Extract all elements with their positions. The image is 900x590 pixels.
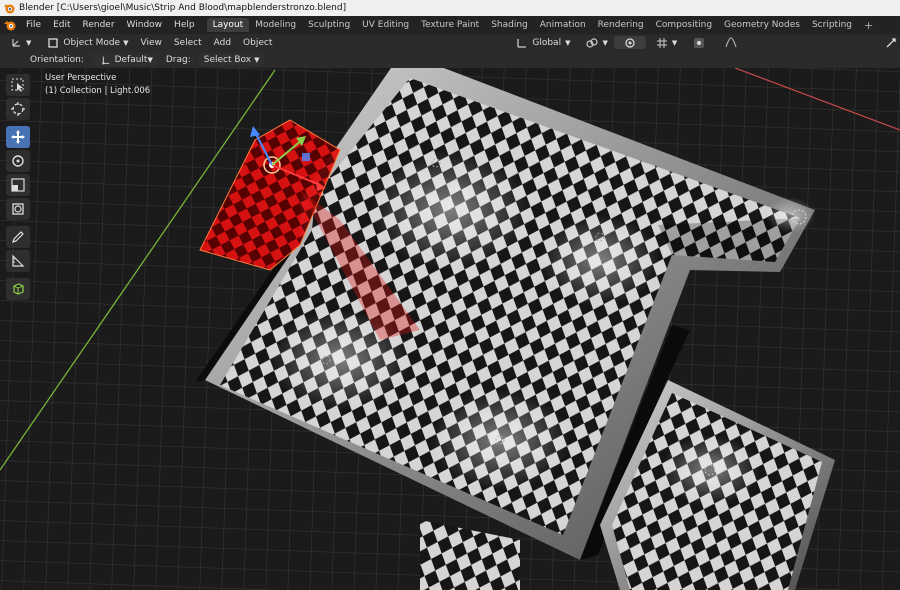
chevron-down-icon: ▼ xyxy=(123,38,129,47)
menu-window[interactable]: Window xyxy=(121,20,169,30)
select-box-tool-button[interactable] xyxy=(6,74,30,96)
transform-orientation-dropdown[interactable]: Global ▼ xyxy=(506,36,576,50)
object-mode-icon xyxy=(48,37,59,48)
orientation-label: Orientation: xyxy=(30,54,84,65)
add-cube-icon xyxy=(13,283,24,295)
cursor-tool-button[interactable] xyxy=(6,98,30,120)
axes-editor-icon xyxy=(12,38,20,47)
snap-magnet-icon xyxy=(625,37,635,48)
chevron-down-icon: ▼ xyxy=(254,55,260,64)
rotate-icon xyxy=(12,155,24,167)
snap-toggle[interactable] xyxy=(613,36,646,49)
chevron-down-icon: ▼ xyxy=(602,38,608,47)
scale-tool-button[interactable] xyxy=(6,174,30,196)
editor-type-dropdown[interactable]: ▼ xyxy=(0,36,37,50)
annotate-tool-button[interactable] xyxy=(6,226,30,248)
falloff-dropdown[interactable] xyxy=(715,36,747,50)
link-icon xyxy=(586,37,599,48)
light-glow-6 xyxy=(660,435,760,505)
blender-menu-icon[interactable] xyxy=(3,18,17,32)
top-menubar: File Edit Render Window Help Layout Mode… xyxy=(0,16,900,34)
light-glow-5 xyxy=(765,197,815,233)
transform-tool-button[interactable] xyxy=(6,198,30,220)
chevron-down-icon: ▼ xyxy=(26,38,32,47)
orientation-axes-icon xyxy=(102,56,110,64)
annotate-pencil-icon xyxy=(12,231,24,243)
rotate-tool-button[interactable] xyxy=(6,150,30,172)
measure-ruler-icon xyxy=(12,254,25,267)
light-glow-1 xyxy=(370,150,530,270)
drag-dropdown[interactable]: Select Box ▼ xyxy=(198,53,265,66)
gizmo-plane-handle[interactable] xyxy=(302,153,310,161)
select-box-icon xyxy=(11,78,24,92)
gizmo-toggle-icon[interactable] xyxy=(884,36,898,50)
tab-uv-editing[interactable]: UV Editing xyxy=(356,18,415,32)
transform-orientation-label: Global xyxy=(532,37,562,48)
menu-help[interactable]: Help xyxy=(168,20,201,30)
scale-icon xyxy=(11,178,25,192)
orientation-value: Default xyxy=(114,54,148,65)
collection-info-label: (1) Collection | Light.006 xyxy=(45,86,151,96)
viewport-header: ▼ Object Mode ▼ View Select Add Object G… xyxy=(0,34,900,51)
light-glow-2 xyxy=(540,215,660,305)
tool-settings-bar: Orientation: Default ▼ Drag: Select Box … xyxy=(0,51,900,69)
measure-tool-button[interactable] xyxy=(6,250,30,272)
mode-label: Object Mode xyxy=(63,37,121,48)
proportional-dot-icon xyxy=(694,37,705,48)
tab-scripting[interactable]: Scripting xyxy=(806,18,858,32)
chevron-down-icon: ▼ xyxy=(147,55,153,64)
add-workspace-icon[interactable]: + xyxy=(858,19,879,32)
pivot-dropdown[interactable]: ▼ xyxy=(576,36,613,50)
drag-value: Select Box xyxy=(203,54,252,65)
tab-shading[interactable]: Shading xyxy=(485,18,534,32)
menu-file[interactable]: File xyxy=(20,20,47,30)
falloff-curve-icon xyxy=(725,36,737,47)
tab-compositing[interactable]: Compositing xyxy=(650,18,718,32)
menu-select[interactable]: Select xyxy=(168,38,208,48)
tab-sculpting[interactable]: Sculpting xyxy=(302,18,356,32)
view-name-label: User Perspective xyxy=(45,73,117,83)
window-title: Blender [C:\Users\gioel\Music\Strip And … xyxy=(19,3,347,13)
move-tool-button[interactable] xyxy=(6,126,30,148)
window-titlebar: Blender [C:\Users\gioel\Music\Strip And … xyxy=(0,0,900,16)
tab-layout[interactable]: Layout xyxy=(206,18,250,32)
tab-geometry-nodes[interactable]: Geometry Nodes xyxy=(718,18,806,32)
tab-rendering[interactable]: Rendering xyxy=(592,18,650,32)
left-toolbar xyxy=(6,74,32,302)
cursor-icon xyxy=(11,102,25,116)
proportional-edit-toggle[interactable] xyxy=(683,36,715,50)
blender-logo-icon xyxy=(4,4,15,14)
tab-texture-paint[interactable]: Texture Paint xyxy=(415,18,485,32)
transform-icon xyxy=(12,203,24,215)
menu-object[interactable]: Object xyxy=(237,38,278,48)
snap-target-dropdown[interactable]: ▼ xyxy=(646,36,683,50)
mode-dropdown[interactable]: Object Mode ▼ xyxy=(37,36,134,50)
3d-viewport[interactable] xyxy=(0,68,900,590)
tab-modeling[interactable]: Modeling xyxy=(249,18,302,32)
chevron-down-icon: ▼ xyxy=(565,38,571,47)
chevron-down-icon: ▼ xyxy=(671,38,678,47)
menu-render[interactable]: Render xyxy=(77,20,121,30)
menu-view[interactable]: View xyxy=(134,38,167,48)
orientation-icon xyxy=(517,38,527,48)
add-cube-tool-button[interactable] xyxy=(6,278,30,300)
menu-edit[interactable]: Edit xyxy=(47,20,76,30)
drag-label: Drag: xyxy=(165,54,191,65)
light-glow-4 xyxy=(430,390,570,490)
snap-grid-icon xyxy=(656,37,667,48)
move-icon xyxy=(11,130,25,144)
menu-add[interactable]: Add xyxy=(208,38,237,48)
orientation-dropdown[interactable]: Default ▼ xyxy=(91,53,158,66)
tab-animation[interactable]: Animation xyxy=(534,18,592,32)
